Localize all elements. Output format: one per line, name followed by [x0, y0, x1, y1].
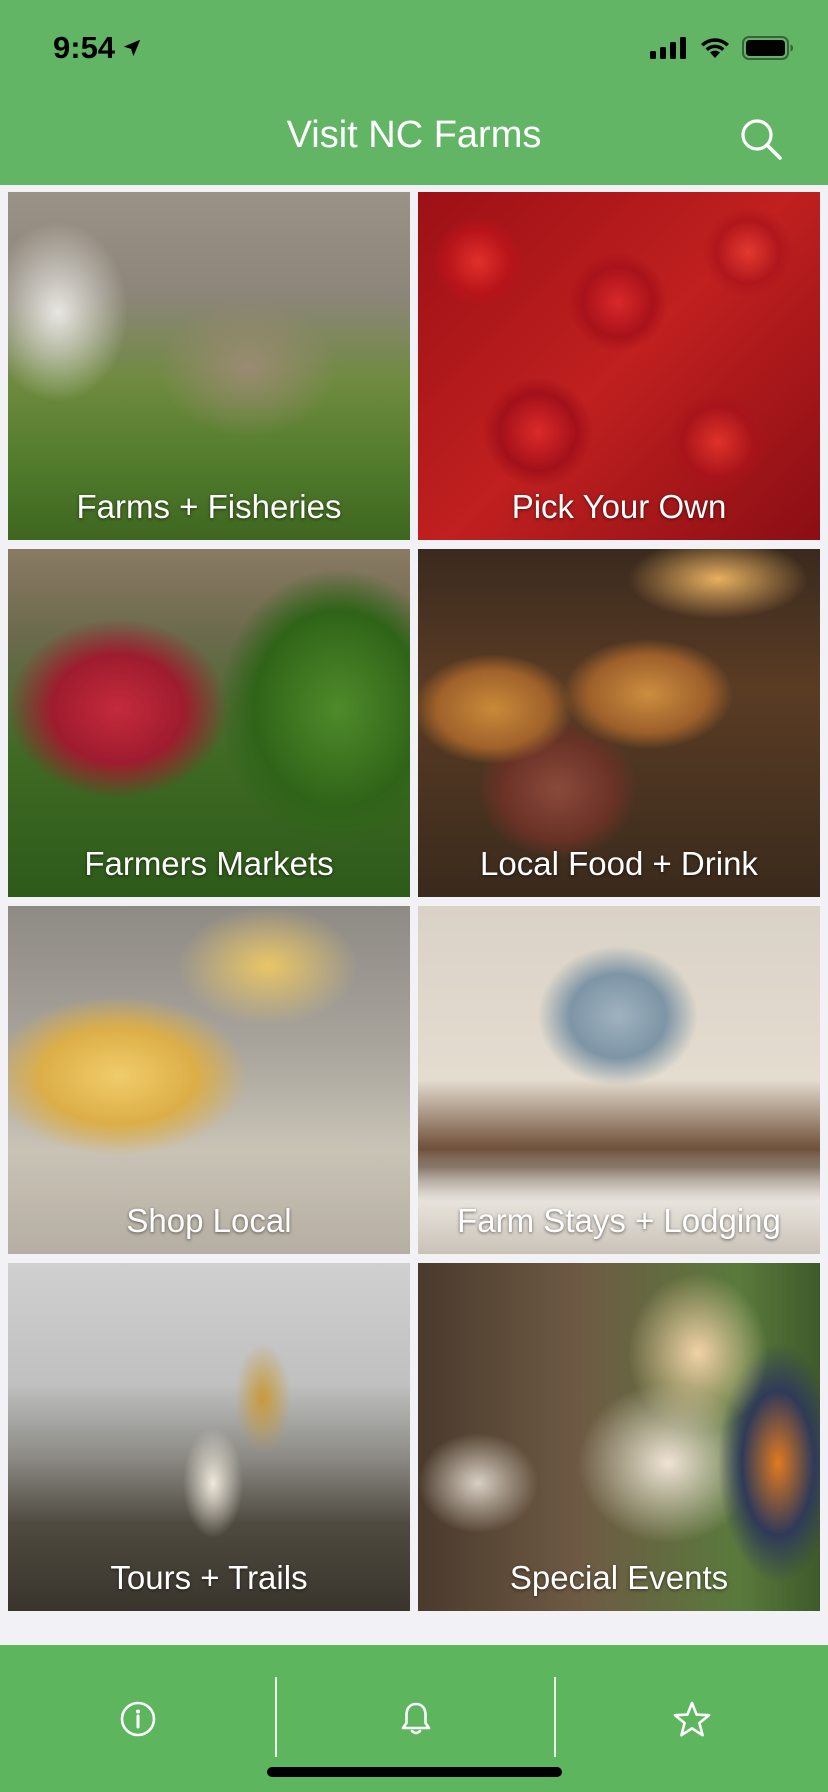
- status-time: 9:54: [53, 30, 143, 66]
- tile-tours-trails[interactable]: Tours + Trails: [8, 1263, 410, 1611]
- category-grid: Farms + Fisheries Pick Your Own Farmers …: [8, 192, 820, 1611]
- tab-info[interactable]: [0, 1645, 275, 1792]
- status-time-text: 9:54: [53, 30, 116, 65]
- tile-special-events[interactable]: Special Events: [418, 1263, 820, 1611]
- wifi-icon: [701, 38, 729, 58]
- tab-favorites[interactable]: [556, 1645, 828, 1792]
- tile-farms-fisheries[interactable]: Farms + Fisheries: [8, 192, 410, 540]
- navigation-header: 9:54 Visit NC Farms: [0, 0, 828, 185]
- info-icon: [120, 1701, 155, 1737]
- tile-label: Local Food + Drink: [480, 845, 758, 882]
- location-arrow-icon: [123, 39, 141, 57]
- status-indicators: [650, 36, 794, 60]
- tile-label: Tours + Trails: [110, 1559, 308, 1596]
- tile-local-food-drink[interactable]: Local Food + Drink: [418, 549, 820, 897]
- tile-farm-stays-lodging[interactable]: Farm Stays + Lodging: [418, 906, 820, 1254]
- cellular-signal-icon: [650, 37, 686, 59]
- tile-label: Special Events: [509, 1559, 729, 1596]
- tile-label: Farm Stays + Lodging: [457, 1202, 781, 1239]
- bell-icon: [401, 1702, 430, 1735]
- search-icon: [741, 119, 782, 160]
- tile-label: Farms + Fisheries: [76, 488, 342, 525]
- battery-icon: [742, 36, 793, 60]
- tile-label: Pick Your Own: [511, 488, 727, 525]
- star-icon: [673, 1701, 711, 1737]
- tile-label: Farmers Markets: [84, 845, 334, 882]
- tile-label: Shop Local: [126, 1202, 292, 1239]
- page-title: Visit NC Farms: [286, 114, 542, 156]
- search-button[interactable]: [738, 116, 784, 162]
- tile-farmers-markets[interactable]: Farmers Markets: [8, 549, 410, 897]
- tile-shop-local[interactable]: Shop Local: [8, 906, 410, 1254]
- home-indicator[interactable]: [267, 1767, 562, 1777]
- tile-pick-your-own[interactable]: Pick Your Own: [418, 192, 820, 540]
